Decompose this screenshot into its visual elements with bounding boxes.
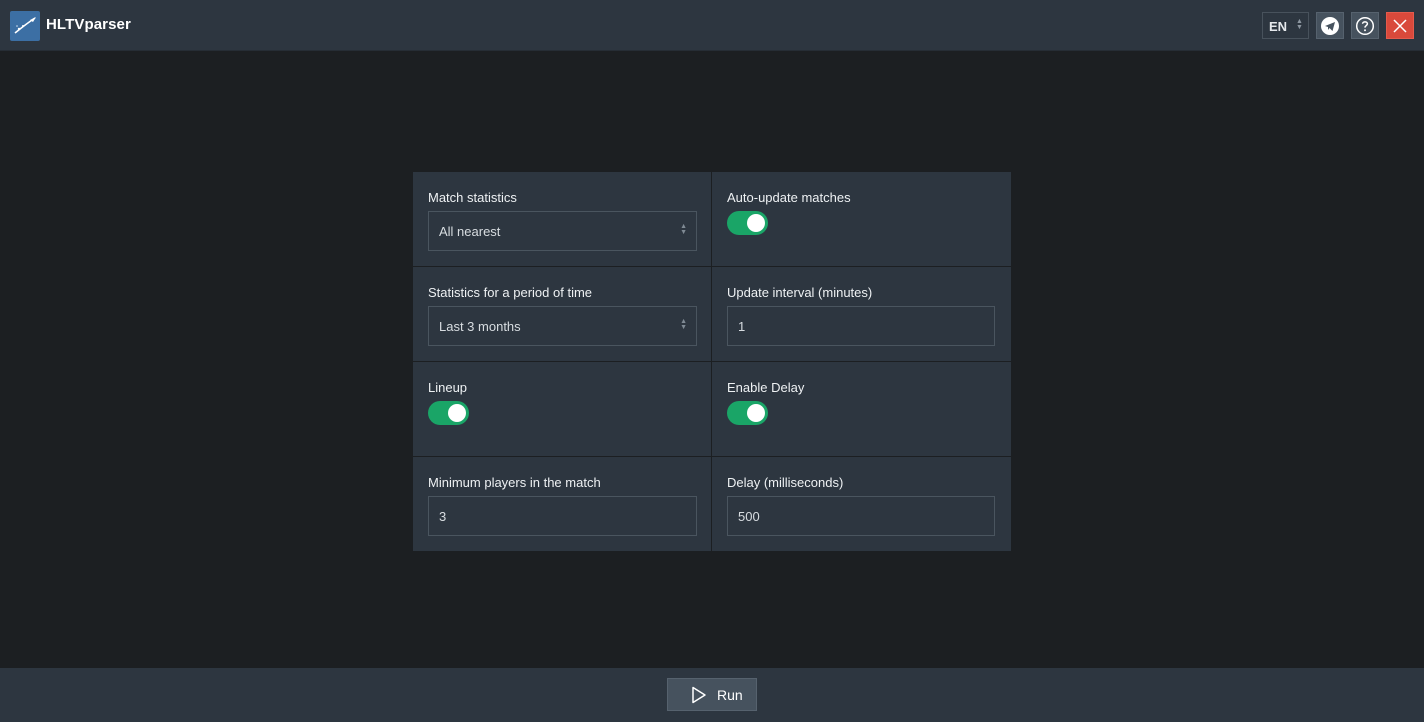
match-statistics-select[interactable]: All nearest ▲ ▼ (428, 211, 697, 251)
update-interval-label: Update interval (minutes) (727, 285, 873, 300)
lineup-label: Lineup (428, 380, 468, 395)
period-value: Last 3 months (439, 319, 521, 334)
delay-setting: Delay (milliseconds) 500 (712, 457, 1011, 551)
toggle-knob (448, 404, 466, 422)
auto-update-toggle[interactable] (727, 211, 768, 235)
select-arrows-icon: ▲ ▼ (680, 223, 687, 236)
title-bar: HLTVparser EN ▲ ▼ (0, 0, 1424, 51)
toggle-knob (747, 404, 765, 422)
min-players-setting: Minimum players in the match 3 (413, 457, 712, 551)
update-interval-input[interactable]: 1 (727, 306, 995, 346)
match-statistics-setting: Match statistics All nearest ▲ ▼ (413, 172, 712, 267)
auto-update-label: Auto-update matches (727, 190, 851, 205)
telegram-icon (1321, 17, 1339, 35)
lineup-setting: Lineup (413, 362, 712, 457)
enable-delay-label: Enable Delay (727, 380, 805, 395)
help-icon (1355, 16, 1375, 36)
update-interval-value: 1 (738, 319, 746, 334)
telegram-button[interactable] (1316, 12, 1344, 39)
min-players-value: 3 (439, 509, 447, 524)
period-label: Statistics for a period of time (428, 285, 593, 300)
period-setting: Statistics for a period of time Last 3 m… (413, 267, 712, 362)
match-statistics-value: All nearest (439, 224, 501, 239)
delay-input[interactable]: 500 (727, 496, 995, 536)
run-button[interactable]: Run (667, 678, 757, 711)
delay-label: Delay (milliseconds) (727, 475, 844, 490)
language-value: EN (1269, 19, 1288, 34)
app-title: HLTVparser (46, 16, 131, 33)
update-interval-setting: Update interval (minutes) 1 (712, 267, 1011, 362)
lineup-toggle[interactable] (428, 401, 469, 425)
hltv-logo-icon (10, 11, 40, 41)
min-players-input[interactable]: 3 (428, 496, 697, 536)
play-icon (692, 686, 706, 704)
match-statistics-label: Match statistics (428, 190, 517, 205)
select-arrows-icon: ▲ ▼ (680, 318, 687, 331)
enable-delay-setting: Enable Delay (712, 362, 1011, 457)
delay-value: 500 (738, 509, 760, 524)
run-label: Run (717, 687, 743, 703)
auto-update-setting: Auto-update matches (712, 172, 1011, 267)
settings-panel: Match statistics All nearest ▲ ▼ Auto-upd… (413, 172, 1011, 551)
min-players-label: Minimum players in the match (428, 475, 601, 490)
period-select[interactable]: Last 3 months ▲ ▼ (428, 306, 697, 346)
enable-delay-toggle[interactable] (727, 401, 768, 425)
footer-bar: Run (0, 668, 1424, 722)
select-arrows-icon: ▲ ▼ (1296, 18, 1303, 31)
toggle-knob (747, 214, 765, 232)
close-icon (1393, 19, 1407, 33)
language-select[interactable]: EN ▲ ▼ (1262, 12, 1309, 39)
close-button[interactable] (1386, 12, 1414, 39)
help-button[interactable] (1351, 12, 1379, 39)
